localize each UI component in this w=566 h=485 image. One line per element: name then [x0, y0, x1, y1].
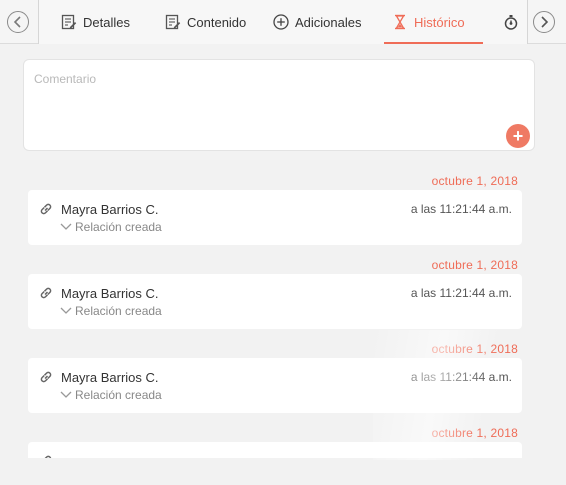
- history-card: Mayra Barrios C. a las 11:21:44 a.m. Rel…: [28, 358, 522, 413]
- tab-label: Contenido: [187, 14, 247, 30]
- tab-historico[interactable]: Histórico: [384, 0, 483, 44]
- stopwatch-icon: [503, 14, 519, 30]
- scroll-tabs-left-button[interactable]: [7, 11, 29, 33]
- chevron-down-icon: [60, 307, 72, 314]
- entry-date: octubre 1, 2018: [431, 174, 518, 188]
- expand-action-toggle[interactable]: Relación creada: [60, 304, 162, 318]
- link-icon: [44, 455, 52, 458]
- chevron-down-icon: [60, 223, 72, 230]
- history-entry: octubre 1, 2018 Mayra Barrios C. a las 1…: [24, 336, 534, 420]
- link-icon: [40, 287, 52, 299]
- history-entry: octubre 1, 2018: [24, 420, 534, 458]
- user-name: Mayra Barrios C.: [61, 202, 159, 217]
- chevron-down-icon: [60, 391, 72, 398]
- hourglass-icon: [392, 14, 408, 30]
- add-comment-button[interactable]: +: [506, 124, 530, 148]
- entry-date: octubre 1, 2018: [431, 426, 518, 440]
- entry-date: octubre 1, 2018: [431, 258, 518, 272]
- history-card: Mayra Barrios C. a las 11:21:44 a.m. Rel…: [28, 190, 522, 245]
- action-label: Relación creada: [75, 220, 162, 234]
- tab-contenido[interactable]: Contenido: [165, 0, 246, 44]
- link-icon: [40, 371, 52, 383]
- tab-adicionales[interactable]: Adicionales: [273, 0, 362, 44]
- tab-label: Detalles: [83, 14, 130, 30]
- plus-circle-icon: [273, 14, 289, 30]
- history-entry: octubre 1, 2018 Mayra Barrios C. a las 1…: [24, 252, 534, 336]
- history-panel: Detalles Contenido Adicionales Histórico: [0, 0, 566, 485]
- user-name: Mayra Barrios C.: [61, 286, 159, 301]
- scroll-tabs-right-button[interactable]: [533, 11, 555, 33]
- entry-time: a las 11:21:44 a.m.: [410, 370, 512, 384]
- document-edit-icon: [165, 14, 181, 30]
- history-list[interactable]: octubre 1, 2018 Mayra Barrios C. a las 1…: [24, 168, 534, 458]
- tabs-container: Detalles Contenido Adicionales Histórico: [38, 0, 528, 44]
- history-entry: octubre 1, 2018 Mayra Barrios C. a las 1…: [24, 168, 534, 252]
- tab-timer[interactable]: [503, 0, 519, 44]
- link-icon: [40, 203, 52, 215]
- entry-time: a las 11:21:44 a.m.: [410, 202, 512, 216]
- chevron-left-icon: [13, 16, 21, 28]
- document-edit-icon: [61, 14, 77, 30]
- expand-action-toggle[interactable]: Relación creada: [60, 388, 162, 402]
- expand-action-toggle[interactable]: Relación creada: [60, 220, 162, 234]
- tab-bar: Detalles Contenido Adicionales Histórico: [0, 0, 566, 44]
- entry-time: a las 11:21:44 a.m.: [410, 286, 512, 300]
- action-label: Relación creada: [75, 388, 162, 402]
- chevron-right-icon: [541, 16, 549, 28]
- entry-date: octubre 1, 2018: [431, 342, 518, 356]
- tab-label: Adicionales: [295, 14, 362, 30]
- comment-box: +: [23, 59, 535, 151]
- tab-label: Histórico: [414, 14, 465, 30]
- history-card: Mayra Barrios C. a las 11:21:44 a.m. Rel…: [28, 274, 522, 329]
- action-label: Relación creada: [75, 304, 162, 318]
- user-name: Mayra Barrios C.: [61, 370, 159, 385]
- history-card: [28, 442, 522, 458]
- comment-input[interactable]: [24, 60, 534, 150]
- tab-detalles[interactable]: Detalles: [61, 0, 130, 44]
